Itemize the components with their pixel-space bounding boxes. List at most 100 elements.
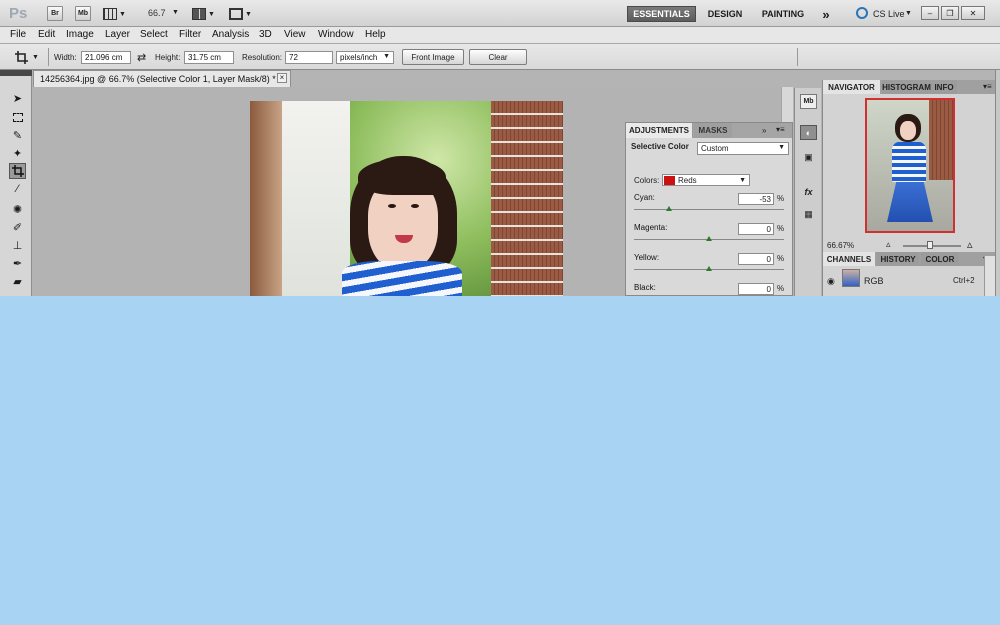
clone-stamp-tool-icon[interactable]: ⊥: [9, 237, 26, 253]
eye-icon[interactable]: ◉: [827, 276, 835, 287]
panel-header[interactable]: [0, 70, 32, 76]
tool-preset-picker[interactable]: ▼: [14, 48, 42, 66]
styles-panel-icon[interactable]: fx: [800, 184, 817, 199]
bridge-button[interactable]: Br: [47, 6, 63, 21]
move-tool-icon[interactable]: ➤: [9, 90, 26, 106]
quick-selection-tool-icon[interactable]: ✦: [9, 145, 26, 161]
channels-scrollbar[interactable]: [984, 256, 995, 296]
colors-value: Reds: [678, 175, 697, 185]
front-image-button[interactable]: Front Image: [402, 49, 464, 65]
view-extras-button[interactable]: ▼: [103, 7, 127, 21]
eraser-tool-icon[interactable]: ▰: [9, 273, 26, 289]
tab-adjustments[interactable]: ADJUSTMENTS: [626, 123, 693, 138]
collapse-panel-icon[interactable]: »: [762, 126, 766, 135]
slider-value-field[interactable]: 0: [738, 283, 774, 295]
slider-thumb[interactable]: [706, 266, 712, 271]
percent-unit: %: [777, 254, 785, 263]
slider-value-field[interactable]: 0: [738, 253, 774, 265]
zoom-out-icon[interactable]: ▵: [886, 239, 891, 250]
width-input[interactable]: 21.096 cm: [81, 51, 131, 64]
workspace-design[interactable]: DESIGN: [702, 6, 748, 22]
resolution-unit-select[interactable]: pixels/inch ▼: [336, 51, 394, 64]
menu-file[interactable]: File: [10, 29, 26, 40]
tab-masks[interactable]: MASKS: [694, 123, 732, 138]
divider: [48, 48, 49, 66]
chevron-down-icon[interactable]: ▼: [172, 9, 179, 16]
menu-view[interactable]: View: [284, 29, 306, 40]
cs-live-button[interactable]: CS Live: [873, 9, 905, 19]
preset-select[interactable]: Custom ▼: [697, 142, 789, 155]
tab-info[interactable]: INFO: [931, 80, 957, 94]
history-brush-tool-icon[interactable]: ✒: [9, 255, 26, 271]
restore-button[interactable]: ❐: [941, 6, 959, 20]
tab-navigator[interactable]: NAVIGATOR: [823, 80, 880, 94]
swatches-panel-icon[interactable]: ▦: [800, 207, 817, 222]
arrange-icon: [192, 8, 206, 20]
view-extras-icon: [103, 8, 117, 20]
menu-help[interactable]: Help: [365, 29, 386, 40]
restore-icon: ❐: [946, 8, 954, 18]
masks-panel-icon[interactable]: ▣: [800, 150, 817, 165]
photo-mortar: [491, 101, 563, 296]
slider-thumb[interactable]: [706, 236, 712, 241]
crop-tool-icon[interactable]: [9, 163, 26, 179]
menu-layer[interactable]: Layer: [105, 29, 130, 40]
percent-unit: %: [777, 194, 785, 203]
lasso-tool-icon[interactable]: ✎: [9, 127, 26, 143]
navigator-thumbnail[interactable]: [865, 98, 955, 233]
resolution-input[interactable]: 72: [285, 51, 333, 64]
close-document-icon[interactable]: ×: [277, 73, 287, 83]
clear-button[interactable]: Clear: [469, 49, 527, 65]
tab-channels[interactable]: CHANNELS: [823, 252, 875, 266]
brush-tool-icon[interactable]: ✐: [9, 219, 26, 235]
zoom-in-icon[interactable]: ▵: [967, 238, 973, 251]
menu-edit[interactable]: Edit: [38, 29, 55, 40]
zoom-slider-handle[interactable]: [927, 241, 933, 249]
mini-bridge-button[interactable]: Mb: [75, 6, 91, 21]
minimize-button[interactable]: –: [921, 6, 939, 20]
spot-healing-tool-icon[interactable]: ✺: [9, 201, 26, 217]
close-window-button[interactable]: ✕: [961, 6, 985, 20]
swap-dimensions-icon[interactable]: ⇄: [137, 51, 146, 64]
menu-select[interactable]: Select: [140, 29, 168, 40]
navigator-zoom-value[interactable]: 66.67%: [827, 241, 854, 250]
workspace-essentials[interactable]: ESSENTIALS: [627, 6, 696, 22]
tab-color[interactable]: COLOR: [921, 252, 959, 266]
marquee-tool-icon[interactable]: [9, 109, 26, 125]
tab-histogram[interactable]: HISTOGRAM: [882, 80, 931, 94]
slider-value-field[interactable]: 0: [738, 223, 774, 235]
colors-select[interactable]: Reds ▼: [662, 174, 750, 186]
slider-thumb[interactable]: [666, 206, 673, 211]
photoshop-logo: Ps: [9, 5, 28, 22]
channel-thumbnail: [842, 269, 860, 287]
photo-bangs: [358, 159, 446, 195]
menu-3d[interactable]: 3D: [259, 29, 272, 40]
menu-filter[interactable]: Filter: [179, 29, 201, 40]
thumb-face: [900, 121, 916, 140]
screen-mode-button[interactable]: ▼: [229, 7, 255, 21]
menu-analysis[interactable]: Analysis: [212, 29, 249, 40]
panel-menu-icon[interactable]: ▾≡: [776, 125, 785, 134]
zoom-level[interactable]: 66.7: [148, 8, 166, 18]
menu-image[interactable]: Image: [66, 29, 94, 40]
height-label: Height:: [155, 53, 181, 62]
document-tab[interactable]: 14256364.jpg @ 66.7% (Selective Color 1,…: [33, 70, 291, 87]
workspace-painting[interactable]: PAINTING: [756, 6, 810, 22]
arrange-documents-button[interactable]: ▼: [192, 7, 218, 21]
chevron-down-icon[interactable]: ▼: [905, 10, 912, 17]
mini-bridge-icon[interactable]: Mb: [800, 94, 817, 109]
slider-track[interactable]: [634, 209, 784, 210]
panel-menu-icon[interactable]: ▾≡: [983, 82, 992, 91]
eyedropper-tool-icon[interactable]: ⁄: [9, 181, 26, 197]
resolution-unit-value: pixels/inch: [340, 53, 378, 62]
slider-value-field[interactable]: -53: [738, 193, 774, 205]
adjustments-panel-icon[interactable]: ◐: [800, 125, 817, 140]
desktop-background: [0, 296, 1000, 625]
tab-history[interactable]: HISTORY: [877, 252, 919, 266]
adjustment-title: Selective Color: [631, 142, 689, 151]
height-input[interactable]: 31.75 cm: [184, 51, 234, 64]
document-image[interactable]: [250, 101, 563, 296]
menu-window[interactable]: Window: [318, 29, 354, 40]
cs-live-icon: [856, 7, 868, 19]
more-workspaces-button[interactable]: »: [816, 6, 836, 22]
